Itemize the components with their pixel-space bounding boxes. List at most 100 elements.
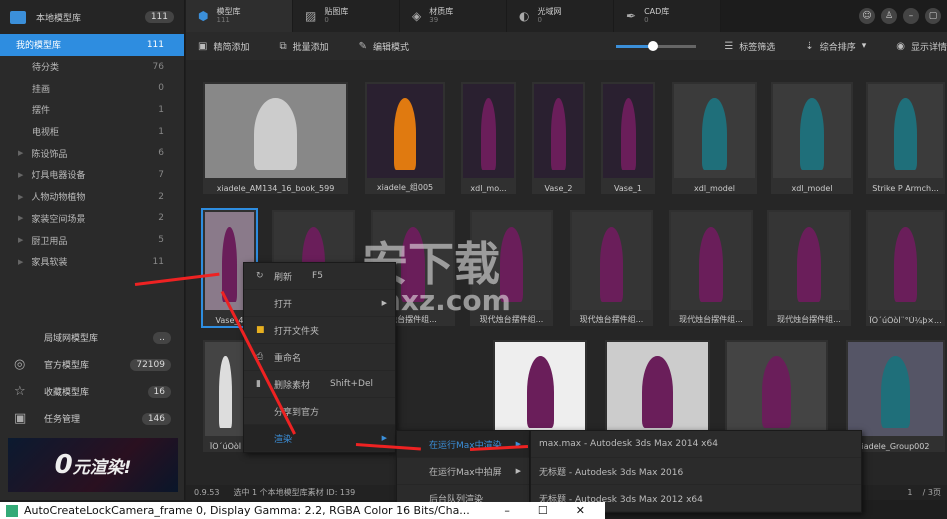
library-count: ..	[153, 331, 171, 344]
sidebar-item[interactable]: ▶ 人物动物植物 2	[0, 186, 184, 208]
context-menu-item[interactable]: ■ 打开文件夹	[244, 317, 395, 344]
maximize-button[interactable]: ▢	[925, 8, 941, 24]
expand-arrow-icon[interactable]: ▶	[18, 193, 23, 201]
minimize-button[interactable]: –	[903, 8, 919, 24]
sidebar-library-3[interactable]: ▣ 任务管理 146	[0, 405, 185, 432]
model-card[interactable]: xiadele_AM134_16_book_599	[203, 82, 348, 194]
tab-count: 111	[216, 16, 230, 24]
context-menu-item[interactable]: 渲染 ▶	[244, 425, 395, 452]
tab-3[interactable]: ◐ 光域网 0	[507, 0, 614, 32]
expand-arrow-icon[interactable]: ▶	[18, 236, 23, 244]
sidebar-item[interactable]: 我的模型库 111	[0, 34, 184, 56]
max-instance-item[interactable]: max.max - Autodesk 3ds Max 2014 x64	[531, 431, 861, 458]
expand-arrow-icon[interactable]: ▶	[18, 171, 23, 179]
model-shape	[702, 98, 727, 171]
expand-arrow-icon[interactable]: ▶	[18, 258, 23, 266]
model-name: 现代烛台摆件组...	[679, 315, 743, 324]
context-menu-item[interactable]: 分享到官方	[244, 398, 395, 425]
model-card[interactable]: xdl_mo...	[461, 82, 516, 194]
sidebar-item-label: 摆件	[32, 106, 51, 117]
thumbnail-size-slider[interactable]	[616, 40, 697, 51]
tab-count: 0	[537, 16, 542, 24]
model-card[interactable]: 现代烛台摆件组...	[767, 210, 851, 326]
tab-title: CAD库	[644, 7, 670, 16]
tab-2[interactable]: ◈ 材质库 39	[400, 0, 507, 32]
context-menu-item[interactable]: ↻ 刷新 F5	[244, 263, 395, 290]
show-details-toggle[interactable]: ◉ 显示详情	[896, 40, 947, 53]
model-card[interactable]: ÏÖ´úÖòÌ¨°Ú¼þ×...	[866, 210, 945, 326]
model-card[interactable]: Strike P Armch...	[866, 82, 945, 194]
sidebar-item[interactable]: ▶ 厨卫用品 5	[0, 229, 184, 251]
local-library-header[interactable]: 本地模型库 111	[0, 0, 184, 34]
shirt-icon[interactable]: ♙	[881, 8, 897, 24]
model-card[interactable]: Vase_1	[601, 82, 655, 194]
sidebar-library-1[interactable]: ◎ 官方模型库 72109	[0, 351, 185, 378]
tab-4[interactable]: ✒ CAD库 0	[614, 0, 721, 32]
tab-title: 模型库	[216, 7, 241, 16]
close-button[interactable]: ✕	[576, 504, 585, 517]
maximize-button[interactable]: ☐	[538, 504, 548, 517]
sidebar-item-label: 电视柜	[32, 128, 60, 139]
edit-mode-button[interactable]: ✎ 编辑模式	[359, 40, 409, 53]
sidebar-item-count: 11	[152, 256, 164, 267]
render-menu-item[interactable]: 在运行Max中拍屏 ▶	[397, 458, 529, 485]
model-card[interactable]: 现代烛台摆件组...	[570, 210, 653, 326]
sidebar-item[interactable]: 电视柜 1	[0, 121, 184, 143]
sidebar-item[interactable]: ▶ 家装空间场景 2	[0, 208, 184, 230]
material-icon: ◈	[412, 9, 422, 23]
simple-add-button[interactable]: ▣ 精简添加	[198, 40, 249, 53]
sidebar-item[interactable]: 摆件 1	[0, 99, 184, 121]
model-card[interactable]: Vase_2	[532, 82, 585, 194]
model-thumbnail	[367, 84, 443, 178]
model-name: ÏÖ´úÖòÌ	[209, 442, 242, 451]
sidebar-library-0[interactable]: 局域网模型库..	[0, 324, 185, 351]
zero-cost-render-banner[interactable]: 0 元渲染!	[8, 438, 178, 492]
expand-arrow-icon[interactable]: ▶	[18, 149, 23, 157]
chat-icon[interactable]: ☺	[859, 8, 875, 24]
page-indicator[interactable]: 1 / 3页	[907, 487, 947, 498]
menu-item-shortcut: F5	[312, 271, 323, 281]
sort-dropdown[interactable]: ⇣ 综合排序 ▾	[805, 40, 866, 53]
tab-1[interactable]: ▨ 贴图库 0	[293, 0, 400, 32]
library-tabs: ⬢ 模型库 111 ▨ 贴图库 0 ◈ 材质库 39 ◐ 光域网 0 ✒ CAD库 0 ☺ ♙ – ▢	[186, 0, 947, 32]
model-card[interactable]: ÏÖ´úÖòÌ	[203, 340, 248, 452]
menu-item-label: max.max - Autodesk 3ds Max 2014 x64	[539, 439, 718, 449]
render-menu-item[interactable]: 在运行Max中渲染 ▶	[397, 431, 529, 458]
model-card[interactable]: 现代烛台摆件组...	[470, 210, 553, 326]
edit-icon: ✎	[358, 40, 368, 52]
sidebar-item-label: 人物动物植物	[31, 193, 86, 204]
tag-filter-button[interactable]: ☰ 标签筛选	[724, 40, 775, 53]
max-instance-item[interactable]: 无标题 - Autodesk 3ds Max 2016	[531, 458, 861, 485]
sidebar-item[interactable]: ▶ 家具软装 11	[0, 251, 184, 273]
model-name: xiadele_组005	[376, 183, 434, 192]
tab-0[interactable]: ⬢ 模型库 111	[186, 0, 293, 32]
context-menu: ↻ 刷新 F5 打开 ▶ ■ 打开文件夹 ⎙ 重命名 ▮ 删除素材 Shift+Del 分享到官方 渲染 ▶	[243, 262, 396, 453]
library-label: 收藏模型库	[44, 388, 90, 398]
model-card[interactable]: xdl_model	[771, 82, 853, 194]
minimize-button[interactable]: –	[504, 504, 510, 517]
sidebar-item-count: 7	[158, 169, 164, 180]
max-instance-submenu: max.max - Autodesk 3ds Max 2014 x64 无标题 -…	[530, 430, 862, 513]
context-menu-item[interactable]: 打开 ▶	[244, 290, 395, 317]
sidebar-item[interactable]: 挂画 0	[0, 77, 184, 99]
add-icon: ▣	[198, 40, 208, 52]
sidebar-item[interactable]: 待分类 76	[0, 56, 184, 78]
sidebar-item[interactable]: ▶ 灯具电器设备 7	[0, 164, 184, 186]
batch-add-button[interactable]: ⧉ 批量添加	[279, 40, 328, 53]
sidebar-library-2[interactable]: ☆ 收藏模型库 16	[0, 378, 185, 405]
model-card[interactable]: 现代烛台摆件组...	[669, 210, 753, 326]
taskbar-window[interactable]: AutoCreateLockCamera_frame 0, Display Ga…	[0, 502, 605, 519]
sidebar-item[interactable]: ▶ 陈设饰品 6	[0, 142, 184, 164]
library-label: 官方模型库	[44, 361, 90, 371]
model-shape	[393, 98, 417, 171]
model-thumbnail	[848, 342, 943, 436]
tab-title: 贴图库	[324, 7, 349, 16]
tab-label: 模型库 111	[216, 7, 240, 25]
model-card[interactable]: xiadele_组005	[365, 82, 445, 194]
slider-knob[interactable]	[648, 40, 659, 51]
globe-icon: ◎	[14, 357, 26, 372]
context-menu-item[interactable]: ⎙ 重命名	[244, 344, 395, 371]
model-card[interactable]: xdl_model	[672, 82, 757, 194]
expand-arrow-icon[interactable]: ▶	[18, 214, 23, 222]
model-shape	[894, 98, 917, 171]
